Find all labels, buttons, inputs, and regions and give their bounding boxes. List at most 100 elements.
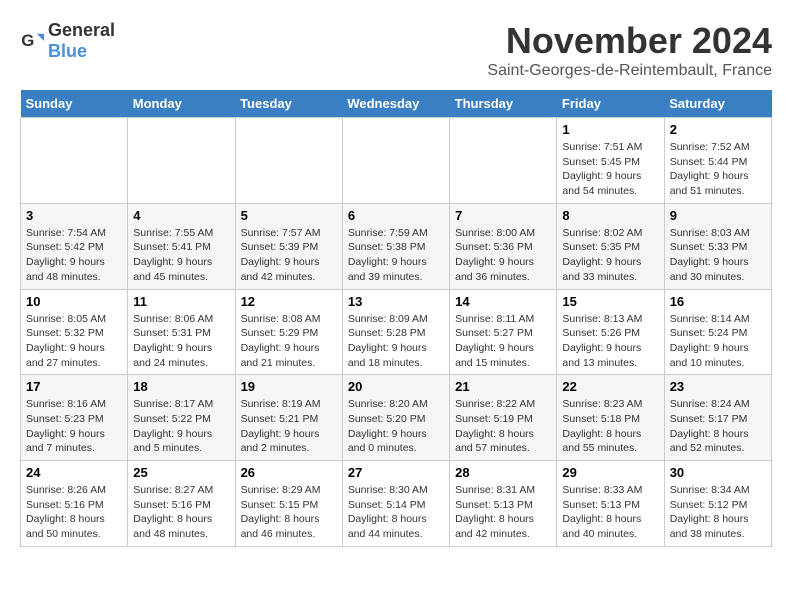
calendar-week-row: 3Sunrise: 7:54 AM Sunset: 5:42 PM Daylig… (21, 203, 772, 289)
day-info: Sunrise: 8:20 AM Sunset: 5:20 PM Dayligh… (348, 397, 444, 456)
day-info: Sunrise: 8:08 AM Sunset: 5:29 PM Dayligh… (241, 312, 337, 371)
logo-blue: Blue (48, 41, 87, 61)
day-info: Sunrise: 8:19 AM Sunset: 5:21 PM Dayligh… (241, 397, 337, 456)
day-number: 2 (670, 122, 766, 137)
calendar-cell: 25 Sunrise: 8:27 AM Sunset: 5:16 PM Dayli… (128, 461, 235, 547)
weekday-header-saturday: Saturday (664, 90, 771, 118)
calendar-cell: 6 Sunrise: 7:59 AM Sunset: 5:38 PM Daylig… (342, 203, 449, 289)
weekday-header-thursday: Thursday (450, 90, 557, 118)
calendar-cell: 5 Sunrise: 7:57 AM Sunset: 5:39 PM Daylig… (235, 203, 342, 289)
day-number: 4 (133, 208, 229, 223)
calendar-cell: 9Sunrise: 8:03 AM Sunset: 5:33 PM Daylig… (664, 203, 771, 289)
calendar-cell: 2 Sunrise: 7:52 AM Sunset: 5:44 PM Daylig… (664, 118, 771, 204)
calendar-cell: 13Sunrise: 8:09 AM Sunset: 5:28 PM Dayli… (342, 289, 449, 375)
day-number: 23 (670, 379, 766, 394)
calendar-cell: 22Sunrise: 8:23 AM Sunset: 5:18 PM Dayli… (557, 375, 664, 461)
day-info: Sunrise: 7:52 AM Sunset: 5:44 PM Dayligh… (670, 140, 766, 199)
calendar-cell: 14 Sunrise: 8:11 AM Sunset: 5:27 PM Dayli… (450, 289, 557, 375)
weekday-header-tuesday: Tuesday (235, 90, 342, 118)
calendar-cell: 15Sunrise: 8:13 AM Sunset: 5:26 PM Dayli… (557, 289, 664, 375)
day-info: Sunrise: 7:51 AM Sunset: 5:45 PM Dayligh… (562, 140, 658, 199)
logo-icon: G (20, 29, 44, 53)
day-info: Sunrise: 8:22 AM Sunset: 5:19 PM Dayligh… (455, 397, 551, 456)
day-info: Sunrise: 8:34 AM Sunset: 5:12 PM Dayligh… (670, 483, 766, 542)
day-number: 10 (26, 294, 122, 309)
day-number: 29 (562, 465, 658, 480)
logo: G General Blue (20, 20, 115, 62)
day-info: Sunrise: 8:24 AM Sunset: 5:17 PM Dayligh… (670, 397, 766, 456)
day-number: 11 (133, 294, 229, 309)
calendar-week-row: 24Sunrise: 8:26 AM Sunset: 5:16 PM Dayli… (21, 461, 772, 547)
day-number: 12 (241, 294, 337, 309)
calendar-cell: 3Sunrise: 7:54 AM Sunset: 5:42 PM Daylig… (21, 203, 128, 289)
day-number: 14 (455, 294, 551, 309)
calendar-cell: 12 Sunrise: 8:08 AM Sunset: 5:29 PM Dayli… (235, 289, 342, 375)
day-number: 20 (348, 379, 444, 394)
calendar-cell: 16 Sunrise: 8:14 AM Sunset: 5:24 PM Dayli… (664, 289, 771, 375)
weekday-header-sunday: Sunday (21, 90, 128, 118)
day-number: 26 (241, 465, 337, 480)
calendar-cell: 11 Sunrise: 8:06 AM Sunset: 5:31 PM Dayli… (128, 289, 235, 375)
day-info: Sunrise: 8:03 AM Sunset: 5:33 PM Dayligh… (670, 226, 766, 285)
calendar-table: SundayMondayTuesdayWednesdayThursdayFrid… (20, 90, 772, 547)
day-number: 8 (562, 208, 658, 223)
calendar-cell: 4 Sunrise: 7:55 AM Sunset: 5:41 PM Daylig… (128, 203, 235, 289)
day-info: Sunrise: 8:27 AM Sunset: 5:16 PM Dayligh… (133, 483, 229, 542)
calendar-cell (342, 118, 449, 204)
day-info: Sunrise: 8:11 AM Sunset: 5:27 PM Dayligh… (455, 312, 551, 371)
day-number: 19 (241, 379, 337, 394)
calendar-cell: 7 Sunrise: 8:00 AM Sunset: 5:36 PM Daylig… (450, 203, 557, 289)
day-number: 27 (348, 465, 444, 480)
day-info: Sunrise: 8:00 AM Sunset: 5:36 PM Dayligh… (455, 226, 551, 285)
calendar-cell: 20 Sunrise: 8:20 AM Sunset: 5:20 PM Dayli… (342, 375, 449, 461)
calendar-cell: 21 Sunrise: 8:22 AM Sunset: 5:19 PM Dayli… (450, 375, 557, 461)
day-number: 7 (455, 208, 551, 223)
logo-general: General (48, 20, 115, 40)
calendar-cell: 26 Sunrise: 8:29 AM Sunset: 5:15 PM Dayli… (235, 461, 342, 547)
day-info: Sunrise: 7:59 AM Sunset: 5:38 PM Dayligh… (348, 226, 444, 285)
day-number: 21 (455, 379, 551, 394)
day-number: 5 (241, 208, 337, 223)
day-number: 6 (348, 208, 444, 223)
weekday-header-row: SundayMondayTuesdayWednesdayThursdayFrid… (21, 90, 772, 118)
calendar-week-row: 1 Sunrise: 7:51 AM Sunset: 5:45 PM Daylig… (21, 118, 772, 204)
calendar-cell (235, 118, 342, 204)
calendar-cell (450, 118, 557, 204)
calendar-week-row: 10 Sunrise: 8:05 AM Sunset: 5:32 PM Dayli… (21, 289, 772, 375)
day-info: Sunrise: 7:57 AM Sunset: 5:39 PM Dayligh… (241, 226, 337, 285)
calendar-cell: 19 Sunrise: 8:19 AM Sunset: 5:21 PM Dayli… (235, 375, 342, 461)
day-info: Sunrise: 7:54 AM Sunset: 5:42 PM Dayligh… (26, 226, 122, 285)
weekday-header-wednesday: Wednesday (342, 90, 449, 118)
title-section: November 2024 Saint-Georges-de-Reintemba… (487, 20, 772, 80)
weekday-header-friday: Friday (557, 90, 664, 118)
day-info: Sunrise: 8:14 AM Sunset: 5:24 PM Dayligh… (670, 312, 766, 371)
day-number: 1 (562, 122, 658, 137)
day-info: Sunrise: 7:55 AM Sunset: 5:41 PM Dayligh… (133, 226, 229, 285)
day-number: 30 (670, 465, 766, 480)
calendar-week-row: 17 Sunrise: 8:16 AM Sunset: 5:23 PM Dayli… (21, 375, 772, 461)
day-number: 17 (26, 379, 122, 394)
main-title: November 2024 (487, 20, 772, 62)
calendar-cell: 27 Sunrise: 8:30 AM Sunset: 5:14 PM Dayli… (342, 461, 449, 547)
day-info: Sunrise: 8:29 AM Sunset: 5:15 PM Dayligh… (241, 483, 337, 542)
day-number: 15 (562, 294, 658, 309)
calendar-cell (21, 118, 128, 204)
day-number: 18 (133, 379, 229, 394)
day-info: Sunrise: 8:30 AM Sunset: 5:14 PM Dayligh… (348, 483, 444, 542)
day-info: Sunrise: 8:33 AM Sunset: 5:13 PM Dayligh… (562, 483, 658, 542)
calendar-cell: 10 Sunrise: 8:05 AM Sunset: 5:32 PM Dayli… (21, 289, 128, 375)
day-info: Sunrise: 8:26 AM Sunset: 5:16 PM Dayligh… (26, 483, 122, 542)
day-info: Sunrise: 8:16 AM Sunset: 5:23 PM Dayligh… (26, 397, 122, 456)
calendar-cell: 23 Sunrise: 8:24 AM Sunset: 5:17 PM Dayli… (664, 375, 771, 461)
day-number: 16 (670, 294, 766, 309)
svg-text:G: G (21, 31, 34, 50)
day-number: 28 (455, 465, 551, 480)
calendar-cell: 17 Sunrise: 8:16 AM Sunset: 5:23 PM Dayli… (21, 375, 128, 461)
day-info: Sunrise: 8:05 AM Sunset: 5:32 PM Dayligh… (26, 312, 122, 371)
day-info: Sunrise: 8:06 AM Sunset: 5:31 PM Dayligh… (133, 312, 229, 371)
day-number: 25 (133, 465, 229, 480)
subtitle: Saint-Georges-de-Reintembault, France (487, 62, 772, 80)
page-header: G General Blue November 2024 Saint-Georg… (20, 20, 772, 80)
calendar-cell (128, 118, 235, 204)
logo-text: General Blue (48, 20, 115, 62)
